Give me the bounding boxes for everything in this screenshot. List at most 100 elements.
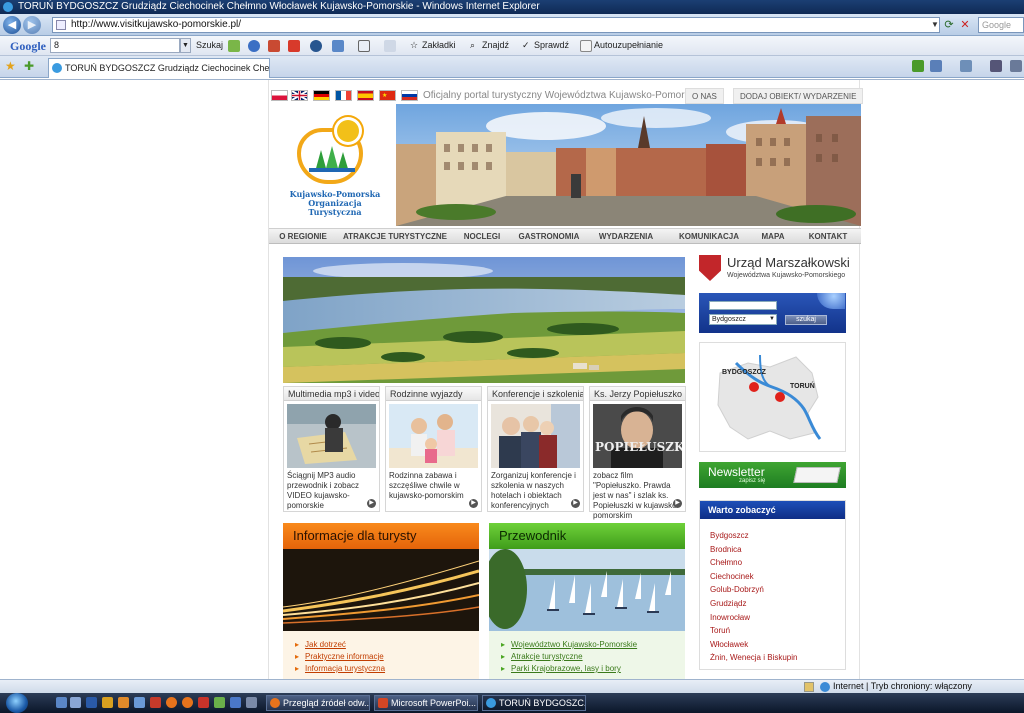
popup-blocker-icon[interactable] [358, 40, 370, 52]
address-bar[interactable]: http://www.visitkujawsko-pomorskie.pl/ [52, 17, 940, 33]
region-map[interactable]: BYDGOSZCZ TORUŃ [699, 342, 846, 452]
guide-title[interactable]: Przewodnik [489, 523, 685, 549]
spellcheck-icon[interactable]: ✓ [522, 40, 530, 51]
app-icon[interactable] [118, 697, 129, 708]
bookmarks-button[interactable]: Zakładki [422, 40, 456, 50]
autofill-button[interactable]: Autouzupełnianie [594, 40, 663, 50]
refresh-icon[interactable]: ⟳ [942, 18, 956, 32]
nav-kontakt[interactable]: KONTAKT [803, 229, 853, 244]
google-search-button[interactable]: Szukaj [196, 40, 223, 50]
city-link[interactable]: Żnin, Wenecja i Biskupin [710, 651, 797, 665]
taskbar-item-firefox[interactable]: Przegląd źródeł odw... [266, 695, 370, 711]
show-desktop-icon[interactable] [56, 697, 67, 708]
bookmarks-icon[interactable]: ☆ [410, 40, 418, 51]
link-jak-dotrzec[interactable]: Jak dotrzeć [295, 639, 385, 651]
security-zone-text[interactable]: Internet | Tryb chroniony: włączony [833, 681, 972, 691]
app-icon[interactable] [214, 697, 225, 708]
globe-icon[interactable] [248, 40, 260, 52]
stop-icon[interactable]: ✕ [958, 18, 972, 32]
back-button[interactable]: ◀ [3, 16, 21, 34]
card-multimedia-arrow-icon[interactable]: ▶ [367, 499, 376, 508]
nav-gastronomia[interactable]: GASTRONOMIA [517, 229, 581, 244]
home-icon[interactable] [930, 60, 942, 72]
city-link[interactable]: Włocławek [710, 638, 797, 652]
nav-o-regionie[interactable]: O REGIONIE [275, 229, 331, 244]
newsletter-banner[interactable]: Newsletter zapisz się [699, 462, 846, 488]
flag-cn-icon[interactable]: ★ [379, 90, 396, 101]
urzad-marszalkowski-logo[interactable]: Urząd Marszałkowski Województwa Kujawsko… [699, 255, 850, 285]
city-link[interactable]: Bydgoszcz [710, 529, 797, 543]
taskbar-item-powerpoint[interactable]: Microsoft PowerPoi... [374, 695, 478, 711]
nav-atrakcje[interactable]: ATRAKCJE TURYSTYCZNE [343, 229, 447, 244]
google-search-dropdown-icon[interactable]: ▼ [180, 38, 191, 53]
flag-es-icon[interactable] [357, 90, 374, 101]
nav-noclegi[interactable]: NOCLEGI [459, 229, 505, 244]
city-select[interactable]: Bydgoszcz ▼ [709, 314, 777, 325]
link-parki-krajobrazowe[interactable]: Parki Krajobrazowe, lasy i bory [501, 663, 637, 675]
city-link[interactable]: Toruń [710, 624, 797, 638]
add-object-link[interactable]: DODAJ OBIEKT/ WYDARZENIE [733, 88, 864, 104]
site-logo[interactable]: Kujawsko-Pomorska Organizacja Turystyczn… [269, 104, 395, 226]
flag-fr-icon[interactable] [335, 90, 352, 101]
forward-button[interactable]: ▶ [23, 16, 41, 34]
city-link[interactable]: Golub-Dobrzyń [710, 583, 797, 597]
nav-mapa[interactable]: MAPA [757, 229, 789, 244]
options-icon[interactable] [384, 40, 396, 52]
link-informacja-turystyczna[interactable]: Informacja turystyczna [295, 663, 385, 675]
app-icon[interactable] [134, 697, 145, 708]
card-multimedia[interactable]: Multimedia mp3 i video Ściągnij MP3 audi… [283, 386, 380, 512]
firefox-icon[interactable] [182, 697, 193, 708]
google-search-input[interactable]: 8 [50, 38, 180, 53]
gmail-icon[interactable] [288, 40, 300, 52]
flag-pl-icon[interactable] [271, 90, 288, 101]
spellcheck-button[interactable]: Sprawdź [534, 40, 569, 50]
explorer-icon[interactable] [102, 697, 113, 708]
address-dropdown-icon[interactable]: ▼ [930, 17, 940, 33]
nav-wydarzenia[interactable]: WYDARZENIA [597, 229, 655, 244]
card-conferences-arrow-icon[interactable]: ▶ [571, 499, 580, 508]
link-wojewodztwo[interactable]: Województwo Kujawsko-Pomorskie [501, 639, 637, 651]
about-link[interactable]: O NAS [685, 88, 724, 104]
city-link[interactable]: Chełmno [710, 556, 797, 570]
ie-quicklaunch-icon[interactable] [86, 697, 97, 708]
card-popieluszko[interactable]: Ks. Jerzy Popiełuszko POPIEŁUSZKO zobacz… [589, 386, 686, 520]
find-button[interactable]: Znajdź [482, 40, 509, 50]
tab-active[interactable]: TORUŃ BYDGOSZCZ Grudziądz Ciechocinek Ch… [48, 58, 270, 78]
link-atrakcje-turystyczne[interactable]: Atrakcje turystyczne [501, 651, 637, 663]
switch-windows-icon[interactable] [70, 697, 81, 708]
page-menu-icon[interactable] [1010, 60, 1022, 72]
city-link[interactable]: Ciechocinek [710, 570, 797, 584]
earth-icon[interactable] [310, 40, 322, 52]
nav-komunikacja[interactable]: KOMUNIKACJA [673, 229, 745, 244]
start-button[interactable] [6, 693, 28, 713]
link-praktyczne-informacje[interactable]: Praktyczne informacje [295, 651, 385, 663]
taskbar-item-ie[interactable]: TORUŃ BYDGOSZC... [482, 695, 586, 711]
add-favorites-icon[interactable]: ✚ [24, 59, 34, 73]
card-family[interactable]: Rodzinne wyjazdy Rodzinna zabawa i szczę… [385, 386, 482, 512]
app-icon[interactable] [246, 697, 257, 708]
flag-en-icon[interactable] [291, 90, 308, 101]
find-icon[interactable]: ⌕ [470, 40, 475, 51]
go-icon[interactable] [228, 40, 240, 52]
browser-search-input[interactable]: Google [978, 17, 1024, 33]
site-search-input[interactable] [709, 301, 777, 310]
hero-landscape-image[interactable] [283, 257, 685, 383]
card-conferences[interactable]: Konferencje i szkolenia Zorganizuj konfe… [487, 386, 584, 512]
app-icon[interactable] [230, 697, 241, 708]
autofill-icon[interactable] [580, 40, 592, 52]
app-icon[interactable] [198, 697, 209, 708]
plus-icon[interactable] [332, 40, 344, 52]
flag-de-icon[interactable] [313, 90, 330, 101]
favorites-star-icon[interactable]: ★ [5, 59, 16, 73]
app-icon[interactable] [150, 697, 161, 708]
news-icon[interactable] [268, 40, 280, 52]
card-family-arrow-icon[interactable]: ▶ [469, 499, 478, 508]
flag-ru-icon[interactable] [401, 90, 418, 101]
firefox-icon[interactable] [166, 697, 177, 708]
city-link[interactable]: Brodnica [710, 543, 797, 557]
print-icon[interactable] [990, 60, 1002, 72]
site-search-button[interactable]: szukaj [785, 315, 827, 325]
feeds-icon[interactable] [912, 60, 924, 72]
city-link[interactable]: Grudziądz [710, 597, 797, 611]
city-link[interactable]: Inowrocław [710, 611, 797, 625]
